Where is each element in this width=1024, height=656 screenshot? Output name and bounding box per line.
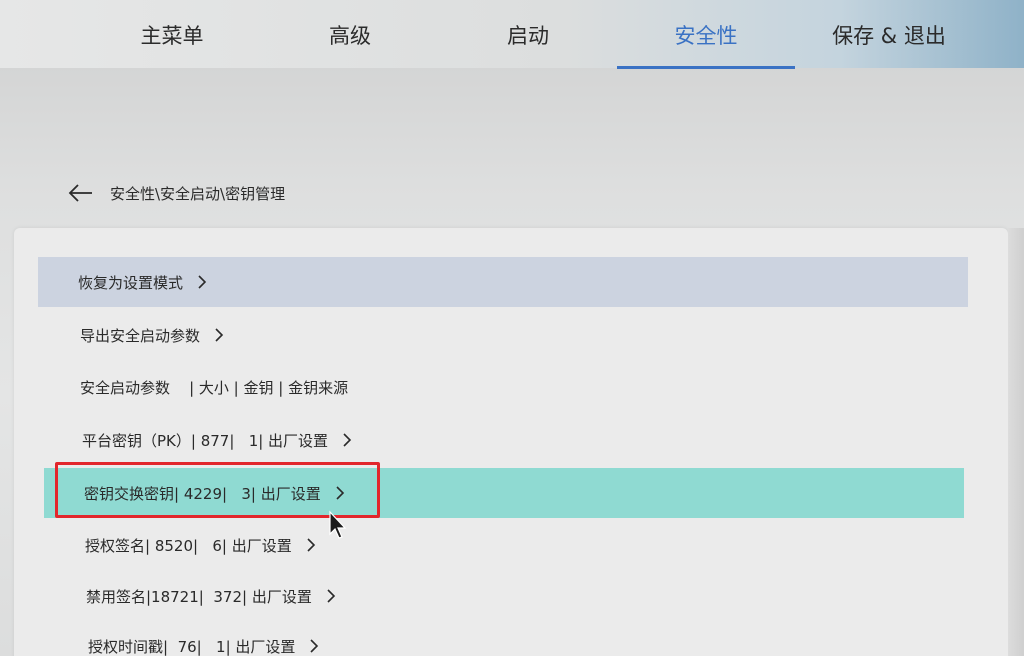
tab-security[interactable]: 安全性 bbox=[626, 0, 786, 68]
row-label: 授权时间戳| 76| 1| 出厂设置 bbox=[88, 637, 296, 656]
row-label: 恢复为设置模式 bbox=[78, 273, 184, 292]
tab-advanced[interactable]: 高级 bbox=[270, 0, 430, 68]
tab-boot[interactable]: 启动 bbox=[448, 0, 608, 68]
panel-edge bbox=[1008, 228, 1024, 656]
row-label: 平台密钥（PK）| 877| 1| 出厂设置 bbox=[82, 431, 329, 450]
chevron-right-icon bbox=[310, 639, 319, 653]
row-label: 授权签名| 8520| 6| 出厂设置 bbox=[85, 536, 292, 555]
row-restore-setup-mode[interactable]: 恢复为设置模式 bbox=[38, 257, 968, 307]
row-label: 禁用签名|18721| 372| 出厂设置 bbox=[86, 587, 312, 606]
row-authorized-timestamps[interactable]: 授权时间戳| 76| 1| 出厂设置 bbox=[88, 621, 688, 656]
row-label: 导出安全启动参数 bbox=[80, 326, 201, 345]
row-platform-key[interactable]: 平台密钥（PK）| 877| 1| 出厂设置 bbox=[82, 415, 682, 465]
row-export-secure-boot-params[interactable]: 导出安全启动参数 bbox=[80, 310, 680, 360]
row-authorized-signatures[interactable]: 授权签名| 8520| 6| 出厂设置 bbox=[85, 520, 685, 570]
chevron-right-icon bbox=[343, 433, 352, 447]
active-tab-indicator bbox=[617, 66, 795, 69]
tab-save-exit[interactable]: 保存 & 退出 bbox=[804, 0, 974, 68]
chevron-right-icon bbox=[215, 328, 224, 342]
mouse-cursor-icon bbox=[329, 510, 347, 539]
chevron-right-icon bbox=[198, 275, 207, 289]
row-secure-boot-params-header: 安全启动参数 | 大小 | 金钥 | 金钥来源 bbox=[80, 362, 680, 412]
row-forbidden-signatures[interactable]: 禁用签名|18721| 372| 出厂设置 bbox=[86, 571, 686, 621]
back-arrow-icon[interactable] bbox=[68, 182, 94, 204]
top-navigation-bar: 主菜单 高级 启动 安全性 保存 & 退出 bbox=[0, 0, 1024, 69]
chevron-right-icon bbox=[327, 589, 335, 603]
tab-main-menu[interactable]: 主菜单 bbox=[92, 0, 252, 68]
breadcrumb-path: 安全性\安全启动\密钥管理 bbox=[110, 184, 286, 203]
breadcrumb: 安全性\安全启动\密钥管理 bbox=[68, 178, 285, 208]
row-label: 安全启动参数 | 大小 | 金钥 | 金钥来源 bbox=[80, 378, 349, 397]
chevron-right-icon bbox=[307, 538, 315, 552]
